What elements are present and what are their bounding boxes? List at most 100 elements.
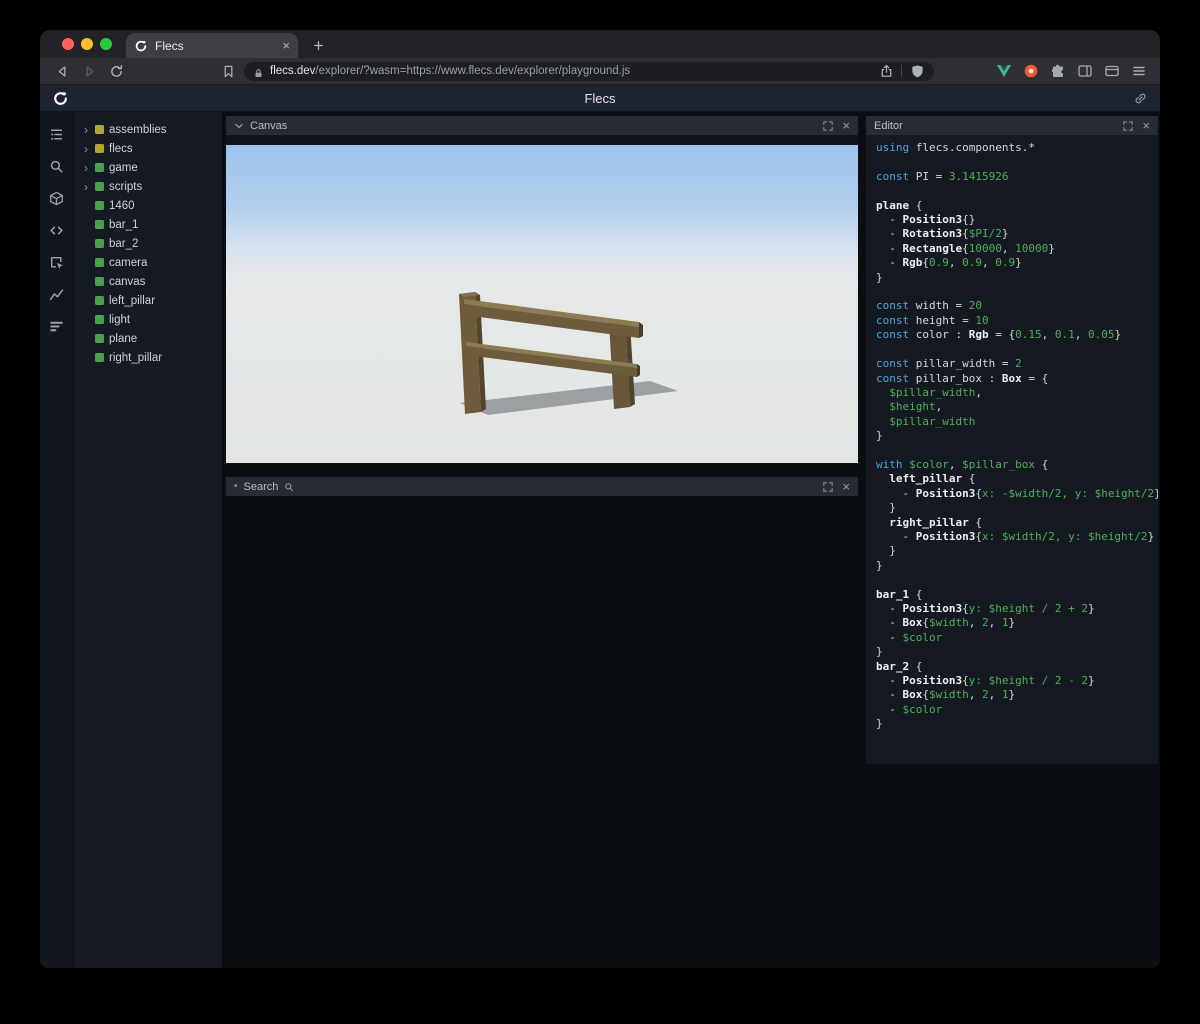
- search-panel-title: Search: [243, 480, 279, 493]
- share-link-icon[interactable]: [1133, 91, 1148, 106]
- editor-code[interactable]: using flecs.components.* const PI = 3.14…: [866, 135, 1158, 764]
- entity-color-swatch: [95, 296, 104, 305]
- code-line: - Rgb{0.9, 0.9, 0.9}: [876, 256, 1022, 270]
- close-icon[interactable]: ×: [842, 480, 850, 493]
- editor-panel-title: Editor: [874, 119, 903, 132]
- browser-tab[interactable]: Flecs ×: [126, 33, 298, 58]
- bookmark-icon[interactable]: [220, 63, 236, 79]
- code-line: }: [876, 717, 883, 731]
- minimize-window-button[interactable]: [81, 38, 93, 50]
- code-line: with $color, $pillar_box {: [876, 457, 1049, 471]
- entity-color-swatch: [95, 258, 104, 267]
- canvas-panel-title: Canvas: [250, 119, 288, 132]
- url-path: /explorer/?wasm=https://www.flecs.dev/ex…: [315, 65, 631, 77]
- tree-item-left_pillar[interactable]: left_pillar: [74, 291, 222, 310]
- app-title: Flecs: [584, 90, 616, 106]
- forward-button[interactable]: [81, 63, 97, 79]
- chevron-right-icon: ›: [84, 160, 88, 175]
- canvas-panel: Canvas ×: [226, 116, 858, 463]
- 3d-viewport[interactable]: [226, 145, 858, 463]
- vue-extension-icon[interactable]: [995, 62, 1013, 80]
- tree-item-label: canvas: [109, 275, 146, 288]
- extensions-puzzle-icon[interactable]: [1049, 62, 1067, 80]
- expand-icon[interactable]: [823, 120, 834, 131]
- close-icon[interactable]: ×: [1142, 119, 1150, 132]
- tab-close-icon[interactable]: ×: [282, 38, 290, 53]
- url-bar[interactable]: flecs.dev/explorer/?wasm=https://www.fle…: [244, 61, 934, 81]
- tree-item-camera[interactable]: camera: [74, 253, 222, 272]
- code-icon[interactable]: [47, 220, 67, 240]
- sidebar-toggle-icon[interactable]: [1076, 62, 1094, 80]
- entity-color-swatch: [95, 239, 104, 248]
- code-line: const width = 20: [876, 299, 982, 313]
- search-icon[interactable]: [47, 156, 67, 176]
- browser-toolbar: flecs.dev/explorer/?wasm=https://www.fle…: [40, 58, 1160, 85]
- stats-icon[interactable]: [47, 316, 67, 336]
- outliner-icon[interactable]: [47, 124, 67, 144]
- record-extension-icon[interactable]: [1022, 62, 1040, 80]
- new-tab-button[interactable]: [306, 33, 330, 57]
- code-line: const height = 10: [876, 313, 989, 327]
- code-line: $height,: [876, 400, 943, 414]
- tree-item-bar_2[interactable]: bar_2: [74, 234, 222, 253]
- close-window-button[interactable]: [62, 38, 74, 50]
- code-line: - Position3{}: [876, 213, 976, 227]
- editor-panel-header[interactable]: Editor ×: [866, 116, 1158, 135]
- code-line: }: [876, 544, 896, 558]
- tree-item-label: flecs: [109, 142, 133, 155]
- zoom-window-button[interactable]: [100, 38, 112, 50]
- entity-color-swatch: [95, 353, 104, 362]
- tree-item-flecs[interactable]: › flecs: [74, 139, 222, 158]
- window-controls: [62, 30, 112, 58]
- tree-item-canvas[interactable]: canvas: [74, 272, 222, 291]
- code-line: using flecs.components.*: [876, 141, 1035, 154]
- search-panel-header[interactable]: • Search ×: [226, 477, 858, 496]
- bullet-icon: •: [234, 480, 238, 492]
- tree-item-game[interactable]: › game: [74, 158, 222, 177]
- code-line: const pillar_width = 2: [876, 357, 1022, 371]
- tree-item-label: plane: [109, 332, 138, 345]
- browser-window: Flecs × flecs.dev/explorer/?wasm=https:/…: [40, 30, 1160, 968]
- inspect-icon[interactable]: [47, 252, 67, 272]
- tree-list: › assemblies › flecs › game › scripts 1460 bar_1 b…: [74, 112, 222, 968]
- tree-item-scripts[interactable]: › scripts: [74, 177, 222, 196]
- close-icon[interactable]: ×: [842, 119, 850, 132]
- code-line: left_pillar {: [889, 472, 976, 486]
- tree-item-label: assemblies: [109, 123, 167, 136]
- fence-render: [459, 292, 678, 415]
- tree-item-label: bar_1: [109, 218, 139, 231]
- code-line: }: [876, 645, 883, 659]
- tree-item-bar_1[interactable]: bar_1: [74, 215, 222, 234]
- share-icon[interactable]: [878, 63, 894, 79]
- chart-icon[interactable]: [47, 284, 67, 304]
- main-area: Canvas × • Search × Editor × using flecs…: [222, 112, 1160, 968]
- code-line: }: [876, 501, 896, 515]
- shield-icon[interactable]: [909, 63, 925, 79]
- expand-icon[interactable]: [1123, 120, 1134, 131]
- expand-icon[interactable]: [823, 481, 834, 492]
- entity-color-swatch: [95, 201, 104, 210]
- tree-item-1460[interactable]: 1460: [74, 196, 222, 215]
- chevron-down-icon[interactable]: [234, 121, 244, 131]
- menu-icon[interactable]: [1130, 62, 1148, 80]
- code-line: - Box{$width, 2, 1}: [876, 688, 1016, 702]
- code-line: $pillar_width: [876, 414, 976, 428]
- canvas-panel-header[interactable]: Canvas ×: [226, 116, 858, 135]
- search-panel-actions: ×: [823, 480, 850, 493]
- tree-item-right_pillar[interactable]: right_pillar: [74, 348, 222, 367]
- entity-color-swatch: [95, 163, 104, 172]
- tree-item-plane[interactable]: plane: [74, 329, 222, 348]
- wallet-icon[interactable]: [1103, 62, 1121, 80]
- tree-item-light[interactable]: light: [74, 310, 222, 329]
- tree-item-assemblies[interactable]: › assemblies: [74, 120, 222, 139]
- back-button[interactable]: [54, 63, 70, 79]
- chevron-right-icon: ›: [84, 141, 88, 156]
- code-line: - Rectangle{10000, 10000}: [876, 241, 1055, 255]
- cube-icon[interactable]: [47, 188, 67, 208]
- tree-item-label: left_pillar: [109, 294, 156, 307]
- reload-button[interactable]: [108, 63, 124, 79]
- icon-rail: [40, 112, 74, 968]
- chevron-right-icon: ›: [84, 179, 88, 194]
